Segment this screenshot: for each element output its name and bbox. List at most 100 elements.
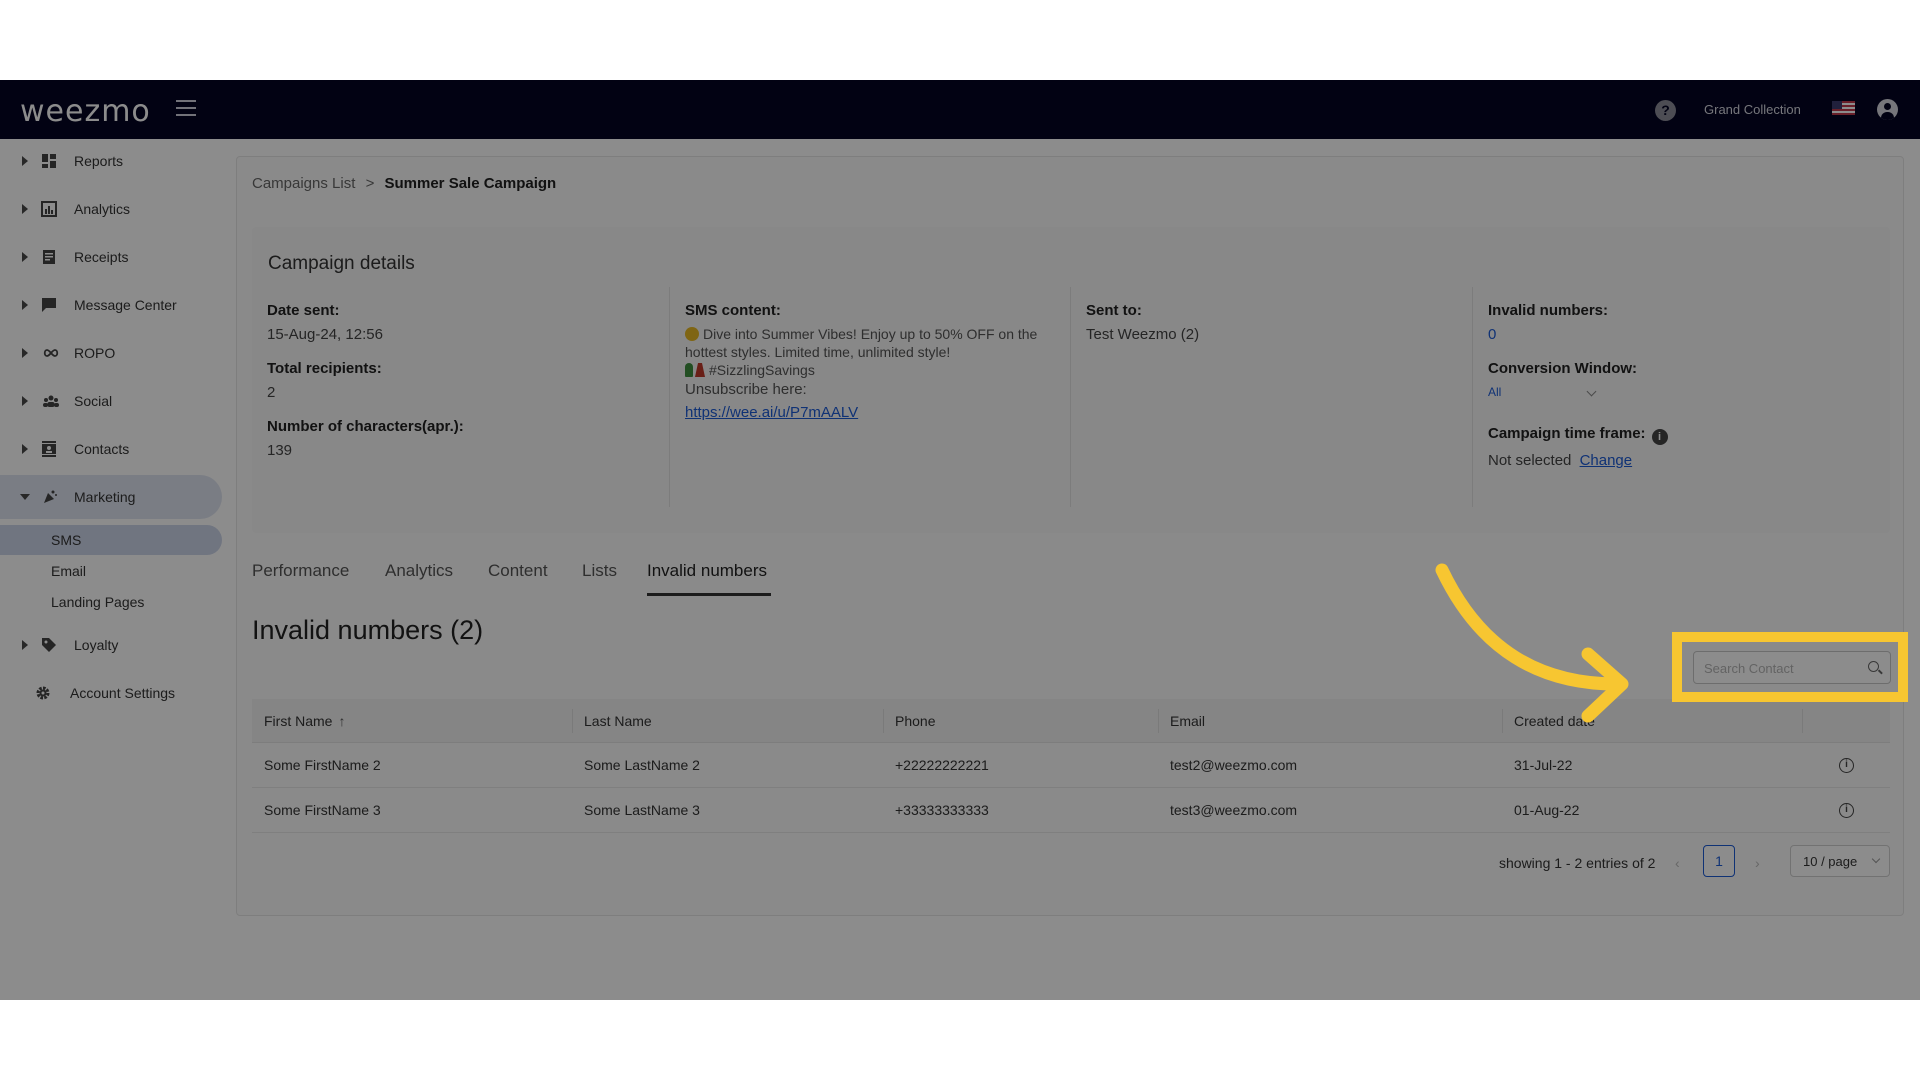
cell-email: test3@weezmo.com	[1170, 802, 1298, 818]
sidebar-item-contacts[interactable]: Contacts	[0, 427, 222, 471]
sidebar-item-reports[interactable]: Reports	[0, 139, 222, 183]
sidebar-subitem-sms[interactable]: SMS	[0, 525, 222, 555]
sidebar-item-label: Marketing	[74, 489, 136, 505]
chat-icon	[42, 298, 56, 312]
cell-email: test2@weezmo.com	[1170, 757, 1298, 773]
column-header-email[interactable]: Email	[1170, 713, 1205, 729]
breadcrumb-parent-link[interactable]: Campaigns List	[252, 175, 355, 192]
receipt-icon	[43, 250, 55, 264]
column-divider	[1802, 709, 1803, 733]
cell-phone: +33333333333	[895, 802, 989, 818]
app-frame: weezmo ? Grand Collection Reports Analyt…	[0, 80, 1920, 1000]
table-row[interactable]: Some FirstName 3 Some LastName 3 +333333…	[252, 788, 1890, 833]
details-col-sent-to: Sent to: Test Weezmo (2)	[1071, 287, 1473, 507]
user-circle-icon[interactable]	[1877, 99, 1898, 120]
sidebar-subitem-email[interactable]: Email	[0, 556, 222, 586]
megaphone-icon	[44, 490, 57, 503]
sidebar-item-marketing[interactable]: Marketing	[0, 475, 222, 519]
tab-analytics[interactable]: Analytics	[385, 561, 453, 581]
chevron-down-icon	[1586, 386, 1597, 397]
contacts-icon	[42, 441, 56, 457]
conversion-window-label: Conversion Window:	[1488, 360, 1638, 377]
sms-content-body: Dive into Summer Vibes! Enjoy up to 50% …	[685, 325, 1050, 425]
sidebar-item-label: Message Center	[74, 297, 177, 313]
sms-unsubscribe-link[interactable]: https://wee.ai/u/P7mAALV	[685, 404, 858, 421]
invalid-numbers-value[interactable]: 0	[1488, 326, 1496, 343]
breadcrumb: Campaigns List > Summer Sale Campaign	[252, 175, 556, 192]
main-panel: Campaigns List > Summer Sale Campaign Ca…	[236, 156, 1904, 916]
sidebar-item-receipts[interactable]: Receipts	[0, 235, 222, 279]
conversion-window-select[interactable]: All	[1488, 385, 1598, 405]
column-divider	[883, 709, 884, 733]
palm-tree-emoji-icon	[685, 363, 693, 377]
account-name[interactable]: Grand Collection	[1704, 102, 1801, 117]
weezmo-logo[interactable]: weezmo	[20, 94, 151, 129]
tab-performance[interactable]: Performance	[252, 561, 349, 581]
sidebar-item-ropo[interactable]: ROPO	[0, 331, 222, 375]
sidebar-item-label: Loyalty	[74, 637, 119, 653]
tab-lists[interactable]: Lists	[582, 561, 617, 581]
tag-icon	[42, 638, 56, 652]
tab-content[interactable]: Content	[488, 561, 548, 581]
sms-unsubscribe-text: Unsubscribe here:	[685, 381, 807, 398]
tutorial-arrow-icon	[1435, 563, 1629, 723]
info-icon[interactable]: i	[1651, 429, 1668, 445]
column-header-label: First Name	[264, 713, 333, 729]
dress-emoji-icon	[695, 363, 705, 377]
cell-last-name: Some LastName 2	[584, 757, 700, 773]
cell-created-date: 01-Aug-22	[1514, 802, 1580, 818]
tab-invalid-numbers[interactable]: Invalid numbers	[647, 561, 767, 581]
details-col-sms: SMS content: Dive into Summer Vibes! Enj…	[670, 287, 1071, 507]
sidebar-subitem-landing-pages[interactable]: Landing Pages	[0, 587, 222, 617]
column-header-phone[interactable]: Phone	[895, 713, 935, 729]
conversion-window-value: All	[1488, 385, 1502, 399]
sms-hashtag: #SizzlingSavings	[709, 362, 815, 378]
hamburger-menu-icon[interactable]	[176, 100, 196, 116]
top-bar: weezmo ? Grand Collection	[0, 80, 1920, 139]
column-header-last-name[interactable]: Last Name	[584, 713, 652, 729]
total-recipients-value: 2	[267, 384, 276, 401]
sidebar-item-message-center[interactable]: Message Center	[0, 283, 222, 327]
num-chars-value: 139	[267, 442, 293, 459]
sidebar-item-analytics[interactable]: Analytics	[0, 187, 222, 231]
us-flag-icon[interactable]	[1832, 101, 1855, 115]
info-icon[interactable]: i	[1839, 803, 1854, 818]
pagination-page-1[interactable]: 1	[1703, 845, 1735, 877]
sort-arrow-up-icon[interactable]: ↑	[338, 713, 345, 729]
sidebar-item-loyalty[interactable]: Loyalty	[0, 623, 222, 667]
column-header-first-name[interactable]: First Name ↑	[264, 713, 345, 729]
logo-text: weezmo	[20, 94, 151, 129]
section-title: Invalid numbers (2)	[252, 615, 484, 645]
sent-to-label: Sent to:	[1086, 302, 1142, 319]
caret-right-icon	[22, 204, 28, 214]
column-divider	[1158, 709, 1159, 733]
sidebar-item-account-settings[interactable]: Account Settings	[0, 671, 222, 715]
cell-first-name: Some FirstName 3	[264, 802, 381, 818]
column-divider	[572, 709, 573, 733]
date-sent-label: Date sent:	[267, 302, 340, 319]
sidebar-item-label: Contacts	[74, 441, 130, 457]
pagination-summary: showing 1 - 2 entries of 2	[1499, 855, 1656, 871]
info-icon[interactable]: i	[1839, 758, 1854, 773]
page-size-value: 10 / page	[1803, 854, 1858, 869]
details-col-dates: Date sent: 15-Aug-24, 12:56 Total recipi…	[252, 287, 670, 507]
page-size-select[interactable]: 10 / page	[1790, 845, 1890, 877]
time-frame-label: Campaign time frame:	[1488, 425, 1646, 442]
sidebar-item-label: Analytics	[74, 201, 131, 217]
tutorial-highlight-box	[1672, 632, 1908, 702]
sun-emoji-icon	[685, 327, 699, 341]
sidebar-item-social[interactable]: Social	[0, 379, 222, 423]
time-frame-change-link[interactable]: Change	[1580, 452, 1633, 469]
total-recipients-label: Total recipients:	[267, 360, 382, 377]
pagination-prev-button[interactable]: ‹	[1675, 855, 1680, 871]
pagination-next-button[interactable]: ›	[1755, 855, 1760, 871]
sidebar-item-label: Account Settings	[70, 685, 176, 701]
time-frame-value: Not selected	[1488, 452, 1572, 469]
bar-chart-icon	[41, 201, 57, 217]
caret-right-icon	[22, 444, 28, 454]
caret-right-icon	[22, 156, 28, 166]
question-circle-icon[interactable]: ?	[1655, 100, 1676, 121]
campaign-details-title: Campaign details	[268, 253, 415, 274]
table-row[interactable]: Some FirstName 2 Some LastName 2 +222222…	[252, 743, 1890, 788]
sidebar-item-label: Receipts	[74, 249, 129, 265]
